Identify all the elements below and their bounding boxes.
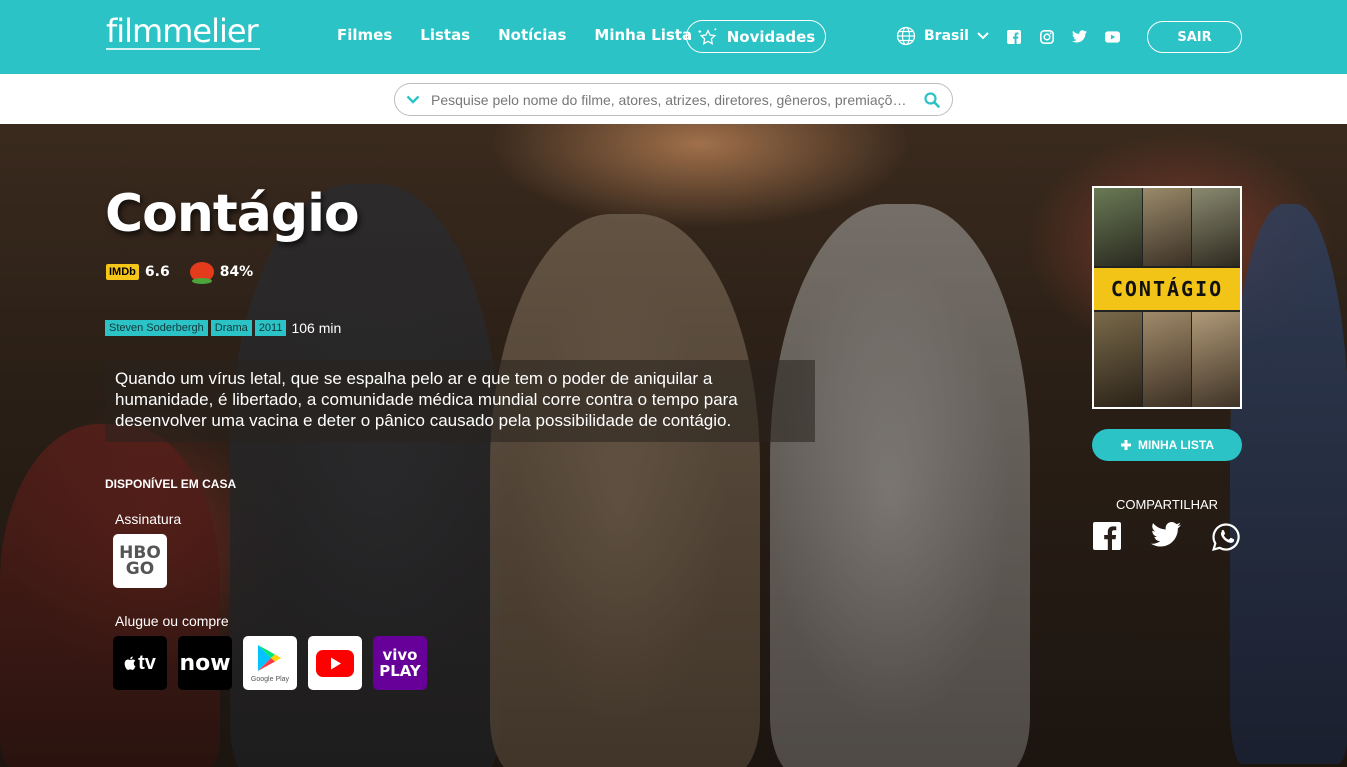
poster-title: CONTÁGIO [1094, 268, 1240, 310]
poster-photo [1094, 312, 1142, 407]
search-icon[interactable] [912, 91, 952, 108]
apple-tv-label: tv [138, 651, 156, 674]
tag-director[interactable]: Steven Soderbergh [105, 320, 208, 336]
movie-title: Contágio [105, 184, 360, 244]
facebook-icon[interactable] [1093, 522, 1121, 557]
backdrop-figure [770, 204, 1030, 767]
ratings: IMDb 6.6 84% [106, 262, 254, 284]
logo[interactable]: filmmelier [106, 12, 259, 50]
provider-apple-tv[interactable]: tv [113, 636, 167, 690]
search-placeholder[interactable]: Pesquise pelo nome do filme, atores, atr… [431, 92, 912, 108]
movie-poster[interactable]: CONTÁGIO [1092, 186, 1242, 409]
search-input[interactable]: Pesquise pelo nome do filme, atores, atr… [394, 83, 953, 116]
synopsis: Quando um vírus letal, que se espalha pe… [105, 360, 815, 442]
novidades-label: Novidades [726, 27, 816, 46]
top-navigation-bar: filmmelier Filmes Listas Notícias Minha … [0, 0, 1347, 74]
backdrop-figure [1230, 204, 1347, 764]
logout-button[interactable]: SAIR [1147, 21, 1242, 53]
google-play-icon [258, 644, 281, 671]
social-links [1006, 29, 1120, 44]
vivo-line1: vivo [382, 646, 418, 664]
hbo-logo-line2: GO [125, 559, 155, 579]
movie-tags: Steven Soderbergh Drama 2011 106 min [105, 320, 341, 336]
provider-google-play[interactable]: Google Play [243, 636, 297, 690]
now-label: now [179, 650, 231, 676]
twitter-icon[interactable] [1151, 522, 1181, 557]
vivo-line2: PLAY [379, 662, 421, 680]
poster-photo [1094, 188, 1142, 266]
plus-icon [1121, 440, 1131, 450]
rent-label: Alugue ou compre [115, 613, 229, 629]
backdrop-figure [0, 424, 220, 767]
chevron-down-icon[interactable] [395, 95, 431, 104]
share-label: COMPARTILHAR [1115, 497, 1219, 512]
poster-photo [1143, 188, 1191, 266]
rotten-tomatoes-score: 84% [219, 264, 254, 280]
poster-photo [1143, 312, 1191, 407]
add-to-list-button[interactable]: MINHA LISTA [1092, 429, 1242, 461]
logo-underline [106, 48, 260, 50]
imdb-score: 6.6 [144, 264, 170, 280]
novidades-button[interactable]: Novidades [686, 20, 826, 53]
whatsapp-icon[interactable] [1211, 522, 1241, 557]
chevron-down-icon [977, 32, 989, 40]
instagram-icon[interactable] [1039, 29, 1054, 44]
imdb-badge: IMDb [106, 264, 139, 280]
twitter-icon[interactable] [1072, 29, 1087, 44]
backdrop-figure [490, 214, 760, 767]
nav-noticias[interactable]: Notícias [498, 26, 566, 44]
provider-vivo-play[interactable]: vivo PLAY [373, 636, 427, 690]
youtube-icon[interactable] [1105, 29, 1120, 44]
nav-minha-lista[interactable]: Minha Lista [594, 26, 692, 44]
share-buttons [1092, 522, 1242, 557]
main-nav: Filmes Listas Notícias Minha Lista [337, 26, 692, 44]
nav-listas[interactable]: Listas [420, 26, 470, 44]
poster-photo [1192, 188, 1240, 266]
provider-youtube[interactable] [308, 636, 362, 690]
google-play-label: Google Play [250, 675, 290, 683]
runtime: 106 min [291, 320, 342, 336]
country-selector[interactable]: Brasil [896, 26, 989, 46]
provider-hbo-go[interactable]: HBO GO [113, 534, 167, 588]
nav-filmes[interactable]: Filmes [337, 26, 392, 44]
country-label: Brasil [924, 28, 969, 44]
apple-icon [124, 656, 136, 670]
subscription-label: Assinatura [115, 511, 182, 527]
provider-now[interactable]: now [178, 636, 232, 690]
tomato-icon [189, 262, 214, 284]
tag-genre[interactable]: Drama [210, 320, 252, 336]
tag-year[interactable]: 2011 [254, 320, 287, 336]
poster-photo [1192, 312, 1240, 407]
availability-heading: DISPONÍVEL EM CASA [105, 477, 237, 491]
facebook-icon[interactable] [1006, 29, 1021, 44]
add-to-list-label: MINHA LISTA [1138, 438, 1214, 452]
youtube-icon [316, 649, 354, 677]
globe-icon [896, 26, 916, 46]
stars-icon [697, 27, 717, 45]
